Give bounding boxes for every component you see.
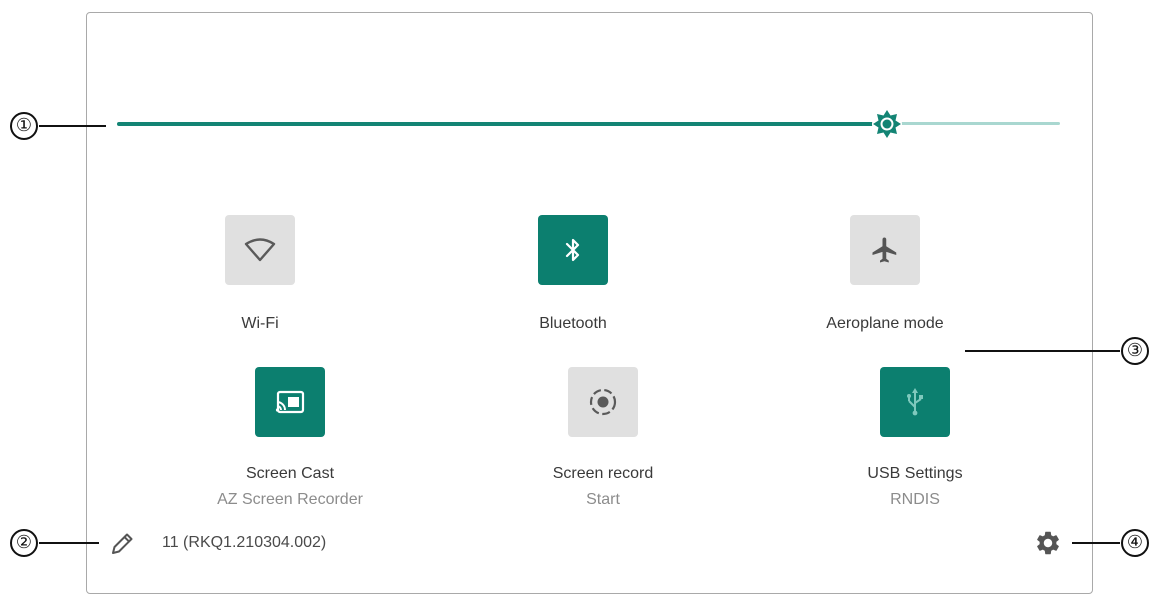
usb-settings-label: USB Settings — [867, 465, 963, 482]
screen-record-tile[interactable] — [568, 367, 638, 437]
wifi-label: Wi-Fi — [241, 315, 279, 332]
callout-3-line — [965, 350, 1120, 352]
usb-icon — [907, 388, 923, 416]
callout-1-line — [39, 125, 106, 127]
callout-4: ④ — [1121, 529, 1149, 557]
wifi-icon — [244, 238, 276, 262]
brightness-thumb[interactable] — [870, 107, 904, 141]
callout-1: ① — [10, 112, 38, 140]
build-number[interactable]: 11 (RKQ1.210304.002) — [162, 534, 326, 552]
callout-2-line — [39, 542, 99, 544]
usb-settings-sublabel: RNDIS — [890, 491, 940, 508]
bluetooth-tile[interactable] — [538, 215, 608, 285]
screen-record-sublabel: Start — [586, 491, 620, 508]
bluetooth-icon — [565, 238, 580, 262]
airplane-icon — [872, 237, 897, 263]
gear-icon — [1037, 531, 1059, 555]
screen-record-icon — [589, 388, 617, 416]
callout-3: ③ — [1121, 337, 1149, 365]
brightness-sun-icon — [872, 109, 902, 139]
screen-record-label: Screen record — [552, 465, 654, 482]
cast-icon — [275, 390, 305, 414]
airplane-tile[interactable] — [850, 215, 920, 285]
brightness-track-active[interactable] — [117, 122, 887, 126]
pencil-icon — [112, 533, 133, 554]
edit-button[interactable] — [108, 530, 136, 558]
bluetooth-label: Bluetooth — [539, 315, 607, 332]
brightness-track-rest[interactable] — [887, 122, 1060, 125]
callout-2: ② — [10, 529, 38, 557]
screen-cast-label: Screen Cast — [245, 465, 335, 482]
screen-cast-tile[interactable] — [255, 367, 325, 437]
usb-settings-tile[interactable] — [880, 367, 950, 437]
screen-cast-sublabel: AZ Screen Recorder — [217, 491, 363, 508]
airplane-label: Aeroplane mode — [826, 315, 944, 332]
wifi-tile[interactable] — [225, 215, 295, 285]
settings-button[interactable] — [1034, 529, 1062, 557]
callout-4-line — [1072, 542, 1120, 544]
